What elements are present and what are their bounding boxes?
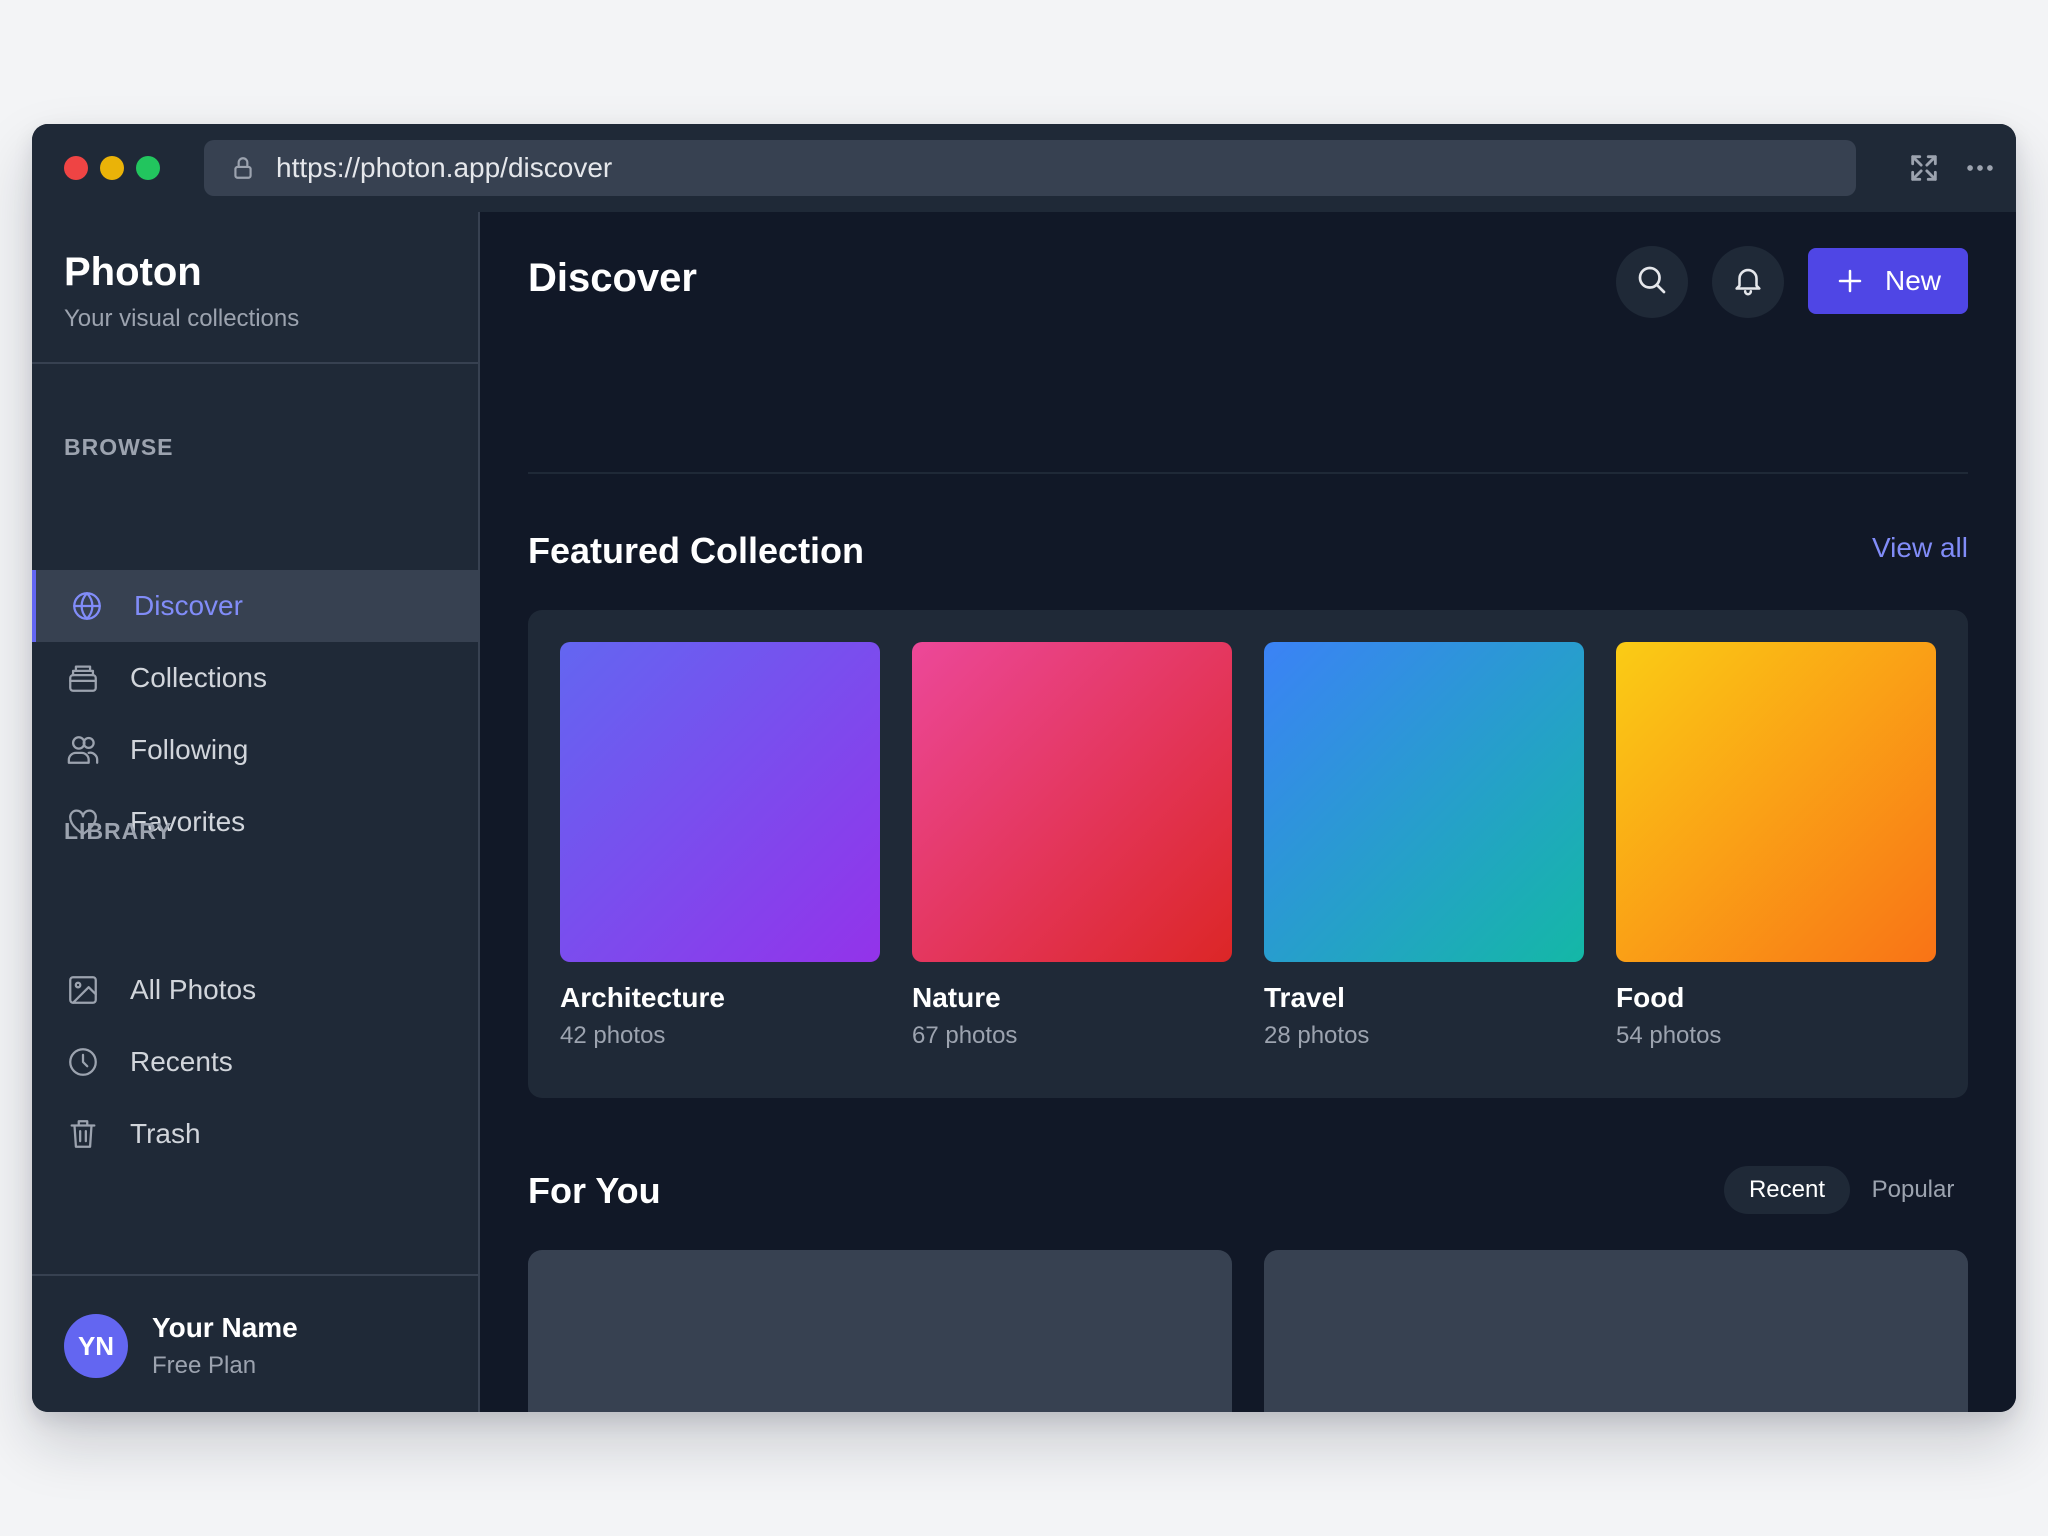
collection-thumbnail[interactable]	[912, 642, 1232, 962]
collection-count: 42 photos	[560, 1022, 666, 1049]
more-options-icon[interactable]	[1962, 150, 1998, 186]
featured-collection-card: Architecture 42 photos Nature 67 photos …	[528, 610, 1968, 1098]
minimize-window-button[interactable]	[100, 156, 124, 180]
image-icon	[66, 973, 100, 1007]
sidebar-divider	[32, 362, 478, 364]
plus-icon	[1835, 266, 1865, 296]
app-tagline: Your visual collections	[64, 305, 300, 332]
new-button-label: New	[1884, 265, 1941, 296]
trash-icon	[66, 1117, 100, 1151]
notifications-button[interactable]	[1712, 246, 1784, 318]
user-plan: Free Plan	[152, 1352, 257, 1379]
collection-card-nature[interactable]: Nature 67 photos	[912, 642, 1232, 1050]
clock-icon	[66, 1045, 100, 1079]
collections-icon	[66, 661, 100, 695]
collection-count: 54 photos	[1616, 1022, 1722, 1049]
header-divider	[528, 472, 1968, 474]
sidebar-item-following[interactable]: Following	[32, 714, 478, 786]
collection-thumbnail[interactable]	[1264, 642, 1584, 962]
collection-thumbnail[interactable]	[560, 642, 880, 962]
page-title: Discover	[528, 256, 697, 300]
collection-name: Architecture	[560, 982, 725, 1013]
new-button[interactable]: New	[1808, 248, 1968, 314]
sidebar-item-label: Discover	[134, 590, 243, 621]
collection-thumbnail[interactable]	[1616, 642, 1936, 962]
collection-name: Food	[1616, 982, 1685, 1013]
sidebar: Photon Your visual collections BROWSE Di…	[32, 212, 480, 1412]
close-window-button[interactable]	[64, 156, 88, 180]
app-name: Photon	[64, 250, 202, 294]
sidebar-item-label: Collections	[130, 662, 267, 693]
user-name: Your Name	[152, 1312, 298, 1343]
sidebar-item-trash[interactable]: Trash	[32, 1098, 478, 1170]
sidebar-item-label: Trash	[130, 1118, 201, 1149]
sidebar-item-discover[interactable]: Discover	[32, 570, 478, 642]
sidebar-item-recents[interactable]: Recents	[32, 1026, 478, 1098]
fullscreen-icon[interactable]	[1906, 150, 1942, 186]
maximize-window-button[interactable]	[136, 156, 160, 180]
for-you-card[interactable]	[1264, 1250, 1968, 1412]
collection-card-food[interactable]: Food 54 photos	[1616, 642, 1936, 1050]
for-you-section-title: For You	[528, 1170, 661, 1211]
search-icon	[1634, 262, 1670, 303]
browse-section-label: BROWSE	[64, 434, 174, 460]
browser-window: https://photon.app/discover Photon Your …	[32, 124, 2016, 1412]
sidebar-item-label: Following	[130, 734, 249, 765]
featured-section-title: Featured Collection	[528, 530, 865, 571]
sidebar-item-label: Recents	[130, 1046, 233, 1077]
sidebar-item-label: All Photos	[130, 974, 257, 1005]
view-all-link[interactable]: View all	[1800, 532, 1968, 564]
collection-count: 67 photos	[912, 1022, 1018, 1049]
sidebar-footer-divider	[32, 1274, 478, 1276]
user-profile[interactable]: YN Your Name Free Plan	[64, 1312, 298, 1380]
address-bar[interactable]: https://photon.app/discover	[204, 140, 1856, 196]
tab-recent[interactable]: Recent	[1724, 1166, 1850, 1214]
bell-icon	[1731, 263, 1765, 302]
tab-popular[interactable]: Popular	[1858, 1166, 1968, 1214]
browser-toolbar: https://photon.app/discover	[32, 124, 2016, 212]
sidebar-item-collections[interactable]: Collections	[32, 642, 478, 714]
globe-icon	[70, 589, 104, 623]
for-you-card[interactable]	[528, 1250, 1232, 1412]
collection-count: 28 photos	[1264, 1022, 1370, 1049]
library-section-label: LIBRARY	[64, 818, 173, 844]
sidebar-item-all-photos[interactable]: All Photos	[32, 954, 478, 1026]
search-button[interactable]	[1616, 246, 1688, 318]
main-content: Discover New Featured Collection View al…	[480, 212, 2016, 1412]
collection-card-travel[interactable]: Travel 28 photos	[1264, 642, 1584, 1050]
lock-icon	[230, 155, 256, 181]
avatar[interactable]: YN	[64, 1314, 128, 1378]
users-icon	[66, 733, 100, 767]
collection-name: Nature	[912, 982, 1001, 1013]
collection-card-architecture[interactable]: Architecture 42 photos	[560, 642, 880, 1050]
url-text: https://photon.app/discover	[276, 152, 613, 183]
brand: Photon Your visual collections	[64, 250, 299, 333]
collection-name: Travel	[1264, 982, 1345, 1013]
